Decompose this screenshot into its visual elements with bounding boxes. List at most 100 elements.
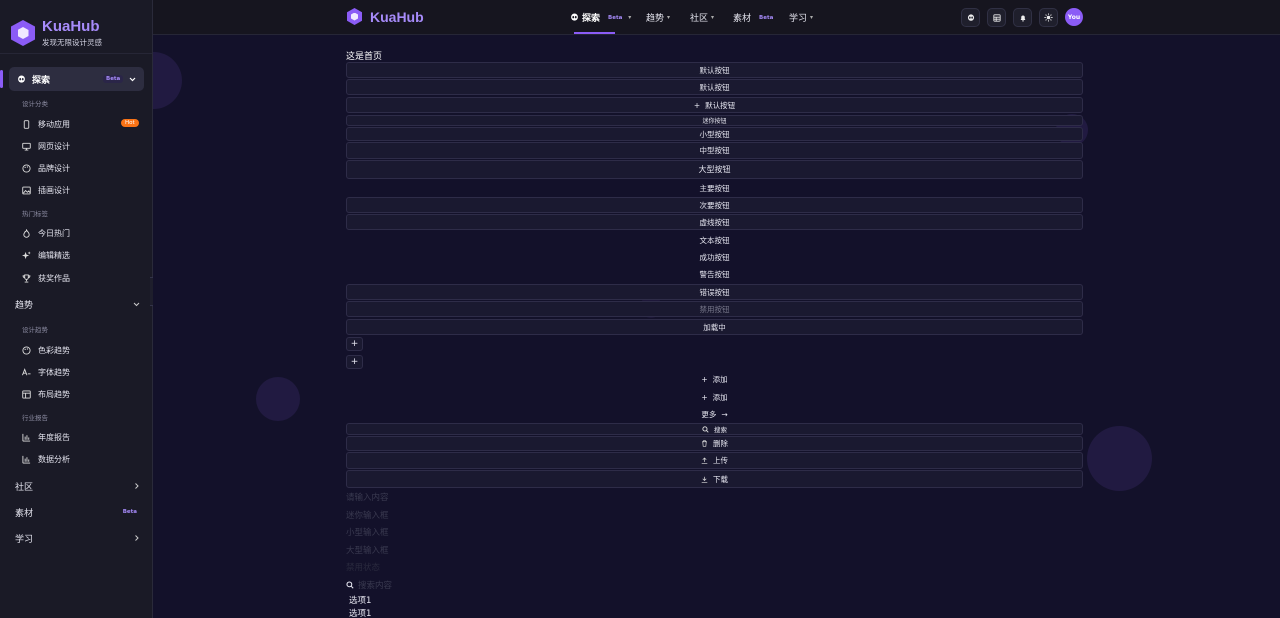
search-button[interactable]: 搜索: [346, 423, 1083, 435]
plus-icon: +: [350, 357, 359, 367]
sidebar-item-label: 网页设计: [38, 141, 70, 151]
sidebar-group-materials[interactable]: 素材 Beta: [15, 505, 140, 519]
flame-icon: [23, 228, 30, 238]
small-input[interactable]: 小型输入框: [346, 526, 389, 538]
upload-button[interactable]: 上传: [346, 452, 1083, 469]
search-placeholder: 搜索内容: [358, 581, 393, 591]
text-button[interactable]: 文本按钮: [346, 232, 1083, 248]
search-input[interactable]: 搜索内容: [346, 579, 392, 591]
sidebar-item-illustration[interactable]: 插画设计: [22, 183, 142, 197]
nav-label: 素材: [733, 14, 752, 24]
default-button[interactable]: 默认按钮: [346, 79, 1083, 95]
sidebar-group-label: 素材: [15, 508, 34, 519]
nav-materials[interactable]: 素材 Beta: [733, 0, 776, 35]
delete-button[interactable]: 删除: [346, 436, 1083, 451]
nav-trends[interactable]: 趋势 ▾: [646, 0, 670, 35]
brand-tagline: 发现无限设计灵感: [42, 37, 102, 47]
grid-button[interactable]: [987, 8, 1006, 27]
main-content: 这是首页 默认按钮 默认按钮 + 默认按钮 迷你按钮 小型按钮 中型按钮 大型按…: [153, 35, 1280, 618]
sidebar-item-label: 字体趋势: [38, 367, 70, 377]
theme-toggle-button[interactable]: [1039, 8, 1058, 27]
mini-button[interactable]: 迷你按钮: [346, 115, 1083, 126]
warning-button[interactable]: 警告按钮: [346, 266, 1083, 282]
select-option[interactable]: 选项1: [349, 607, 371, 618]
section-title: 设计分类: [22, 100, 48, 108]
text-input[interactable]: 请输入内容: [346, 491, 389, 503]
section-title: 热门标签: [22, 210, 48, 218]
sidebar-item-explore[interactable]: 探索 Beta: [0, 67, 144, 91]
sidebar-item-label: 布局趋势: [38, 389, 70, 399]
loading-button[interactable]: 加载中: [346, 319, 1083, 335]
button-label: 更多: [701, 409, 717, 419]
sidebar-item-mobile[interactable]: 移动应用 Hot: [22, 117, 142, 131]
sidebar-item-layout-trends[interactable]: 布局趋势: [22, 387, 142, 401]
sidebar-item-today-hot[interactable]: 今日热门: [22, 226, 142, 240]
grid-icon: [992, 13, 1001, 22]
success-button[interactable]: 成功按钮: [346, 249, 1083, 265]
sidebar-item-font-trends[interactable]: 字体趋势: [22, 365, 142, 379]
section-title: 行业报告: [22, 414, 48, 422]
brand[interactable]: KuaHub 发现无限设计灵感: [0, 0, 152, 54]
notifications-button[interactable]: [1013, 8, 1032, 27]
add-button[interactable]: + 添加: [346, 390, 1083, 404]
sidebar-item-label: 移动应用: [38, 119, 70, 129]
sidebar-group-label: 学习: [15, 534, 34, 545]
button-label: 添加: [712, 392, 728, 402]
page-title: 这是首页: [346, 52, 383, 62]
topbar-brand[interactable]: KuaHub: [347, 8, 424, 25]
sidebar-item-annual-report[interactable]: 年度报告: [22, 430, 142, 444]
sidebar: KuaHub 发现无限设计灵感 探索 Beta 设计分类 移动应用 Hot 网页…: [0, 0, 153, 618]
chevron-down-icon: ▾: [810, 14, 814, 21]
small-button[interactable]: 小型按钮: [346, 127, 1083, 141]
sidebar-item-awards[interactable]: 获奖作品: [22, 271, 142, 285]
default-button[interactable]: 默认按钮: [346, 62, 1083, 78]
chevron-down-icon[interactable]: [125, 72, 139, 86]
large-button[interactable]: 大型按钮: [346, 160, 1083, 179]
medium-button[interactable]: 中型按钮: [346, 142, 1083, 159]
add-icon-button[interactable]: +: [346, 355, 363, 369]
logo-icon: [347, 8, 362, 25]
nav-community[interactable]: 社区 ▾: [690, 0, 714, 35]
button-label: 下载: [713, 474, 728, 484]
sidebar-group-community[interactable]: 社区: [15, 479, 140, 493]
dashed-button[interactable]: 虚线按钮: [346, 214, 1083, 230]
sidebar-item-web[interactable]: 网页设计: [22, 139, 142, 153]
alien-icon: [967, 13, 974, 21]
secondary-button[interactable]: 次要按钮: [346, 197, 1083, 213]
chevron-down-icon: [133, 302, 140, 307]
avatar[interactable]: You: [1065, 8, 1083, 26]
mini-input[interactable]: 迷你输入框: [346, 509, 389, 521]
nav-learn[interactable]: 学习 ▾: [789, 0, 813, 35]
chevron-right-icon: [135, 535, 139, 541]
brand-name: KuaHub: [370, 8, 424, 25]
sidebar-item-label: 探索: [32, 75, 51, 86]
sidebar-item-label: 年度报告: [38, 432, 70, 442]
chevron-right-icon: [135, 483, 139, 489]
add-icon-button[interactable]: +: [346, 337, 363, 351]
more-button[interactable]: 更多 →: [346, 407, 1083, 421]
disabled-input: 禁用状态: [346, 563, 381, 573]
sidebar-item-color-trends[interactable]: 色彩趋势: [22, 343, 142, 357]
add-button[interactable]: + 添加: [346, 372, 1083, 386]
sidebar-group-trends[interactable]: 趋势: [15, 297, 140, 311]
sidebar-group-label: 社区: [15, 482, 34, 493]
monitor-icon: [22, 142, 31, 151]
danger-button[interactable]: 错误按钮: [346, 284, 1083, 300]
palette-icon: [22, 345, 31, 355]
default-icon-button[interactable]: + 默认按钮: [346, 97, 1083, 113]
alien-button[interactable]: [961, 8, 980, 27]
section-title: 设计趋势: [22, 326, 48, 334]
select-option[interactable]: 选项1: [349, 594, 371, 606]
nav-explore[interactable]: 探索 Beta ▾: [570, 0, 631, 35]
sidebar-group-learn[interactable]: 学习: [15, 531, 140, 545]
beta-badge: Beta: [759, 14, 774, 21]
download-button[interactable]: 下载: [346, 470, 1083, 488]
plus-icon: +: [350, 339, 359, 349]
primary-button[interactable]: 主要按钮: [346, 180, 1083, 196]
sidebar-item-label: 品牌设计: [38, 163, 70, 173]
sidebar-item-data-analysis[interactable]: 数据分析: [22, 452, 142, 466]
sidebar-item-label: 今日热门: [38, 228, 70, 238]
large-input[interactable]: 大型输入框: [346, 544, 389, 556]
sidebar-item-editor-picks[interactable]: 编辑精选: [22, 248, 142, 262]
sidebar-item-brand[interactable]: 品牌设计: [22, 161, 142, 175]
